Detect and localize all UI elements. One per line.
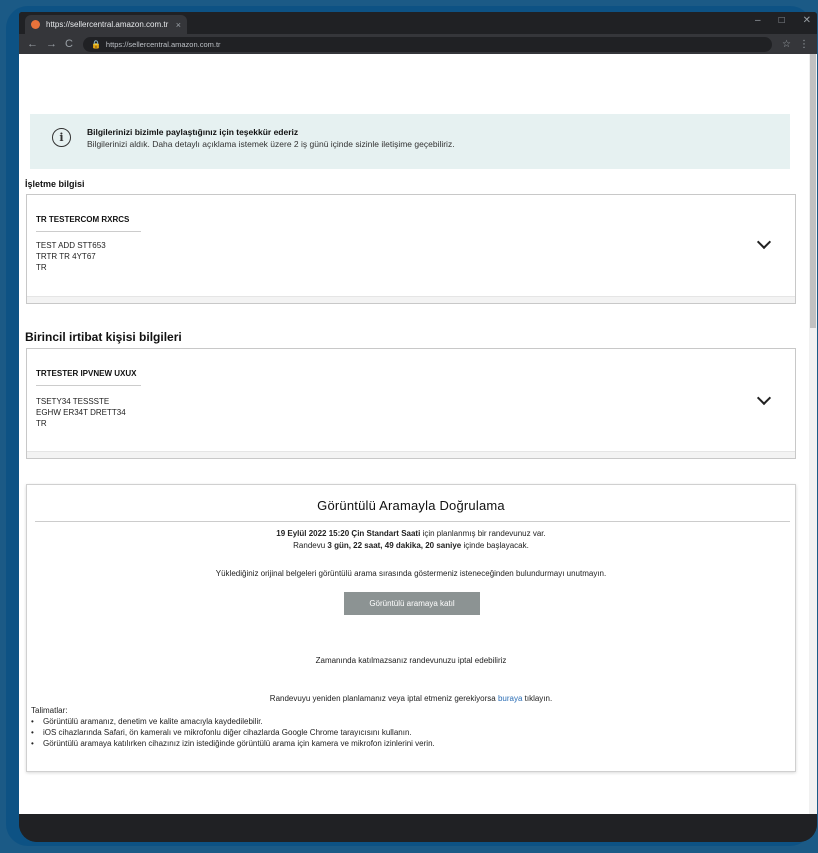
divider [36,385,141,386]
instruction-item: • Görüntülü aramanız, denetim ve kalite a… [31,717,263,726]
tab-close-icon[interactable]: × [176,20,181,30]
contact-card[interactable]: TRTESTER IPVNEW UXUX TSETY34 TESSSTE EGH… [26,348,796,459]
device-bottom-bezel [19,814,817,842]
page-content: i Bilgilerinizi bizimle paylaştığınız iç… [19,54,809,814]
browser-window: https://sellercentral.amazon.com.tr × ‒ … [19,12,817,842]
schedule-text: 19 Eylül 2022 15:20 Çin Standart Saati i… [276,529,546,538]
url-field[interactable]: 🔒 https://sellercentral.amazon.com.tr [82,36,773,52]
instruction-item: • Görüntülü aramaya katılırken cihazınız … [31,739,435,748]
business-address-line: TEST ADD STT653 [36,241,106,250]
countdown-text: Randevu 3 gün, 22 saat, 49 dakika, 20 sa… [293,541,529,550]
cancel-notice: Zamanında katılmazsanız randevunuzu ipta… [315,656,507,665]
reminder-text: Yüklediğiniz orijinal belgeleri görüntül… [215,569,607,578]
instructions-label: Talimatlar: [31,706,68,715]
favicon-icon [31,20,40,29]
schedule-date: 19 Eylül 2022 15:20 Çin Standart Saati [276,529,421,538]
info-body: Bilgilerinizi aldık. Daha detaylı açıkla… [87,139,455,149]
browser-tab[interactable]: https://sellercentral.amazon.com.tr × [25,15,187,34]
chevron-down-icon[interactable] [756,234,772,250]
reload-icon[interactable]: C [65,38,73,50]
info-title: Bilgilerinizi bizimle paylaştığınız için… [87,127,299,137]
video-title: Görüntülü Aramayla Doğrulama [317,498,505,513]
back-icon[interactable]: ← [27,38,38,50]
instruction-item: • iOS cihazlarında Safari, ön kameralı ve… [31,728,412,737]
contact-address-line: TR [36,419,47,428]
tab-bar: https://sellercentral.amazon.com.tr × ‒ … [19,12,817,34]
maximize-icon[interactable]: □ [779,15,785,26]
info-icon: i [52,128,71,147]
vertical-scrollbar[interactable] [809,54,817,814]
reschedule-link[interactable]: buraya [498,694,522,703]
business-address-line: TRTR TR 4YT67 [36,252,96,261]
join-video-call-button[interactable]: Görüntülü aramaya katıl [344,592,480,615]
business-address-line: TR [36,263,47,272]
reschedule-text: Randevuyu yeniden planlamanız veya iptal… [269,694,553,703]
divider [36,231,141,232]
contact-name: TRTESTER IPVNEW UXUX [36,369,137,378]
close-window-icon[interactable]: ✕ [803,15,811,26]
menu-icon[interactable]: ⋮ [799,39,809,50]
lock-icon: 🔒 [90,39,101,49]
divider [35,521,790,522]
chevron-down-icon[interactable] [756,390,772,406]
tab-title: https://sellercentral.amazon.com.tr [46,20,169,29]
forward-icon[interactable]: → [46,38,57,50]
address-bar: ← → C 🔒 https://sellercentral.amazon.com… [19,34,817,54]
minimize-icon[interactable]: ‒ [755,15,761,26]
url-text: https://sellercentral.amazon.com.tr [105,39,221,49]
video-verification-card: Görüntülü Aramayla Doğrulama 19 Eylül 20… [26,484,796,772]
bookmark-star-icon[interactable]: ☆ [782,39,791,50]
contact-address-line: TSETY34 TESSSTE [36,397,110,406]
info-banner: i Bilgilerinizi bizimle paylaştığınız iç… [30,114,790,169]
business-name: TR TESTERCOM RXRCS [36,215,130,224]
contact-heading: Birincil irtibat kişisi bilgileri [25,330,182,344]
scrollbar-thumb[interactable] [810,54,816,328]
business-card[interactable]: TR TESTERCOM RXRCS TEST ADD STT653 TRTR … [26,194,796,304]
contact-address-line: EGHW ER34T DRETT34 [36,408,126,417]
window-controls: ‒ □ ✕ [755,15,811,26]
countdown-value: 3 gün, 22 saat, 49 dakika, 20 saniye [327,541,462,550]
business-heading: İşletme bilgisi [25,179,85,189]
